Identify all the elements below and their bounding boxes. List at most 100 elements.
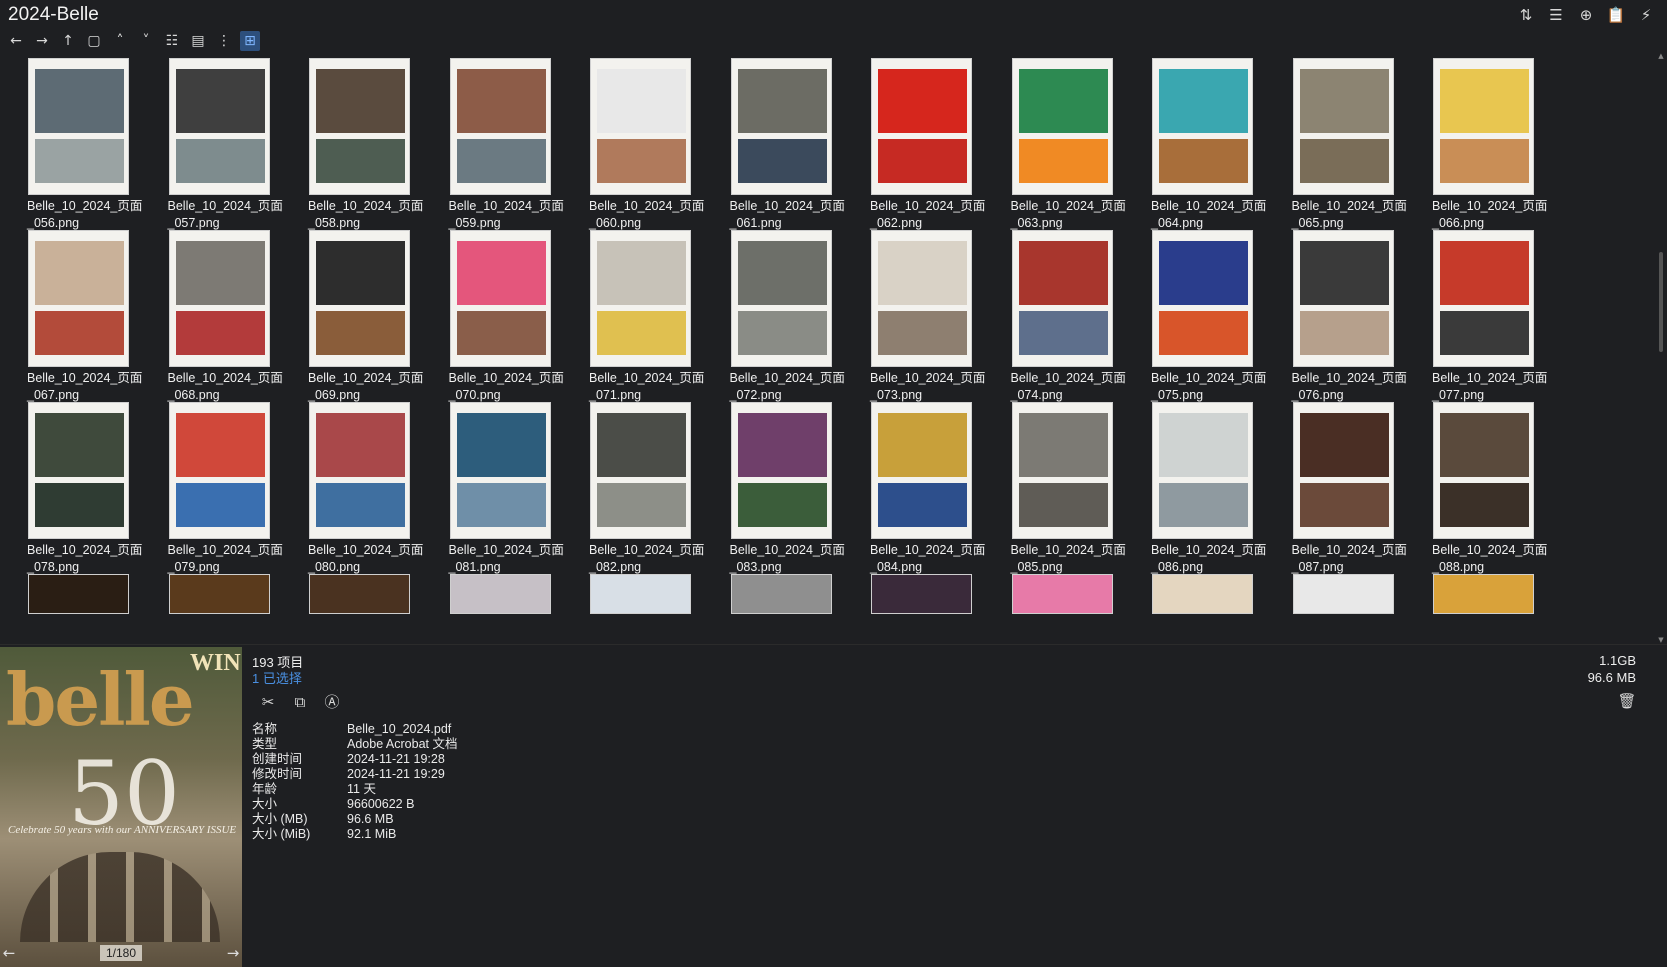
file-tile[interactable]: Belle_10_2024_页面_087.png	[1265, 400, 1407, 578]
sort-icon[interactable]: ⇅	[1517, 6, 1535, 24]
scroll-up-icon[interactable]: ▲	[1657, 52, 1665, 60]
file-tile[interactable]: Belle_10_2024_页面_062.png	[843, 56, 985, 234]
tiles-view-icon[interactable]: ▤	[188, 31, 208, 51]
file-tile[interactable]: Belle_10_2024_页面_065.png	[1265, 56, 1407, 234]
scrollbar-thumb[interactable]	[1659, 252, 1663, 352]
file-tile[interactable]: Belle_10_2024_页面_082.png	[562, 400, 704, 578]
file-tile[interactable]: Belle_10_2024_页面_061.png	[703, 56, 845, 234]
file-tile[interactable]: Belle_10_2024_页面_088.png	[1405, 400, 1547, 578]
file-tile[interactable]: Belle_10_2024_页面_075.png	[1124, 228, 1266, 406]
property-key: 名称	[252, 722, 278, 736]
thumbnail-image	[456, 311, 546, 355]
clipboard-icon[interactable]: 📋	[1607, 6, 1626, 24]
file-tile[interactable]	[1124, 572, 1253, 646]
cover-brand: belle	[6, 657, 195, 742]
file-thumbnail	[168, 402, 270, 539]
file-tile[interactable]	[562, 572, 691, 646]
file-name: Belle_10_2024_页面_058.png	[308, 199, 424, 230]
thumbnail-view-icon[interactable]: ⊞	[240, 31, 260, 51]
file-tile[interactable]: Belle_10_2024_页面_086.png	[1124, 400, 1266, 578]
file-tile[interactable]: Belle_10_2024_页面_063.png	[984, 56, 1126, 234]
thumbnail-image	[175, 241, 265, 305]
file-tile[interactable]	[843, 572, 972, 646]
file-actions: ✂ ⧉ Ⓐ	[258, 692, 342, 712]
file-tile[interactable]	[281, 572, 410, 646]
details-view-icon[interactable]: ☷	[162, 31, 182, 51]
thumbnail-image	[316, 139, 405, 183]
file-tile[interactable]: Belle_10_2024_页面_072.png	[703, 228, 845, 406]
property-key: 创建时间	[252, 752, 303, 766]
file-tile[interactable]: Belle_10_2024_页面_080.png	[281, 400, 423, 578]
thumbnail-image	[1440, 413, 1529, 477]
property-value: 92.1 MiB	[347, 827, 397, 841]
thumbnail-image	[1018, 311, 1108, 355]
thumbnail-image	[1018, 69, 1108, 133]
property-row: 类型 Adobe Acrobat 文档	[252, 737, 457, 752]
chevron-down-icon[interactable]: ˅	[136, 31, 156, 51]
window-icon[interactable]: ▢	[84, 31, 104, 51]
rename-icon[interactable]: Ⓐ	[322, 692, 342, 712]
back-icon[interactable]: ←	[6, 31, 26, 51]
pane-divider[interactable]	[0, 644, 1667, 645]
prev-page-icon[interactable]: ←	[0, 944, 18, 962]
file-tile[interactable]: Belle_10_2024_页面_057.png	[141, 56, 283, 234]
pin-icon[interactable]: ⚡	[1637, 6, 1655, 24]
thumbnail-image	[878, 241, 967, 305]
file-tile[interactable]	[1405, 572, 1534, 646]
file-name: Belle_10_2024_页面_078.png	[27, 543, 143, 574]
list-view-icon[interactable]: ☰	[1547, 6, 1565, 24]
file-tile[interactable]	[141, 572, 270, 646]
file-tile[interactable]	[703, 572, 832, 646]
page-indicator: 1/180	[99, 945, 143, 961]
next-page-icon[interactable]: →	[224, 944, 242, 962]
file-tile[interactable]	[422, 572, 551, 646]
file-tile[interactable]: Belle_10_2024_页面_083.png	[703, 400, 845, 578]
file-tile[interactable]: Belle_10_2024_页面_060.png	[562, 56, 704, 234]
file-name: Belle_10_2024_页面_065.png	[1291, 199, 1407, 230]
forward-icon[interactable]: →	[32, 31, 52, 51]
file-tile[interactable]: Belle_10_2024_页面_070.png	[422, 228, 564, 406]
file-name: Belle_10_2024_页面_081.png	[448, 543, 564, 574]
cut-icon[interactable]: ✂	[258, 692, 278, 712]
tree-view-icon[interactable]: ⋮	[214, 31, 234, 51]
file-tile[interactable]: Belle_10_2024_页面_068.png	[141, 228, 283, 406]
file-tile[interactable]: Belle_10_2024_页面_056.png	[0, 56, 142, 234]
title-bar: 2024-Belle ⇅ ☰ ⊕ 📋 ⚡	[0, 0, 1667, 30]
file-tile[interactable]: Belle_10_2024_页面_077.png	[1405, 228, 1547, 406]
file-tile[interactable]: Belle_10_2024_页面_064.png	[1124, 56, 1266, 234]
navigation-toolbar: ← → ↑ ▢ ˄ ˅ ☷ ▤ ⋮ ⊞	[6, 30, 260, 52]
thumbnail-image	[35, 241, 124, 305]
add-icon[interactable]: ⊕	[1577, 6, 1595, 24]
file-tile[interactable]: Belle_10_2024_页面_084.png	[843, 400, 985, 578]
file-name: Belle_10_2024_页面_068.png	[167, 371, 283, 402]
thumbnail-image	[878, 311, 967, 355]
file-name: Belle_10_2024_页面_062.png	[870, 199, 986, 230]
file-tile[interactable]: Belle_10_2024_页面_066.png	[1405, 56, 1547, 234]
file-tile[interactable]: Belle_10_2024_页面_074.png	[984, 228, 1126, 406]
chevron-up-icon[interactable]: ˄	[110, 31, 130, 51]
file-name: Belle_10_2024_页面_060.png	[589, 199, 705, 230]
file-tile[interactable]: Belle_10_2024_页面_067.png	[0, 228, 142, 406]
file-tile[interactable]: Belle_10_2024_页面_078.png	[0, 400, 142, 578]
file-tile[interactable]	[0, 572, 129, 646]
file-tile[interactable]: Belle_10_2024_页面_058.png	[281, 56, 423, 234]
thumbnail-image	[1299, 139, 1389, 183]
up-icon[interactable]: ↑	[58, 31, 78, 51]
file-tile[interactable]	[1265, 572, 1394, 646]
file-tile[interactable]: Belle_10_2024_页面_076.png	[1265, 228, 1407, 406]
file-tile[interactable]: Belle_10_2024_页面_081.png	[422, 400, 564, 578]
file-tile[interactable]: Belle_10_2024_页面_071.png	[562, 228, 704, 406]
file-thumbnail	[1011, 402, 1113, 539]
file-tile[interactable]	[984, 572, 1113, 646]
file-name: Belle_10_2024_页面_084.png	[870, 543, 986, 574]
thumbnail-grid[interactable]: Belle_10_2024_页面_056.png Belle_10_2024_页面…	[0, 56, 1650, 646]
scroll-down-icon[interactable]: ▼	[1657, 636, 1665, 644]
file-tile[interactable]: Belle_10_2024_页面_059.png	[422, 56, 564, 234]
file-tile[interactable]: Belle_10_2024_页面_085.png	[984, 400, 1126, 578]
file-tile[interactable]: Belle_10_2024_页面_073.png	[843, 228, 985, 406]
file-tile[interactable]: Belle_10_2024_页面_079.png	[141, 400, 283, 578]
copy-icon[interactable]: ⧉	[290, 692, 310, 712]
trash-icon[interactable]: 🗑	[1617, 692, 1636, 710]
vertical-scrollbar[interactable]: ▲ ▼	[1657, 52, 1665, 644]
file-tile[interactable]: Belle_10_2024_页面_069.png	[281, 228, 423, 406]
